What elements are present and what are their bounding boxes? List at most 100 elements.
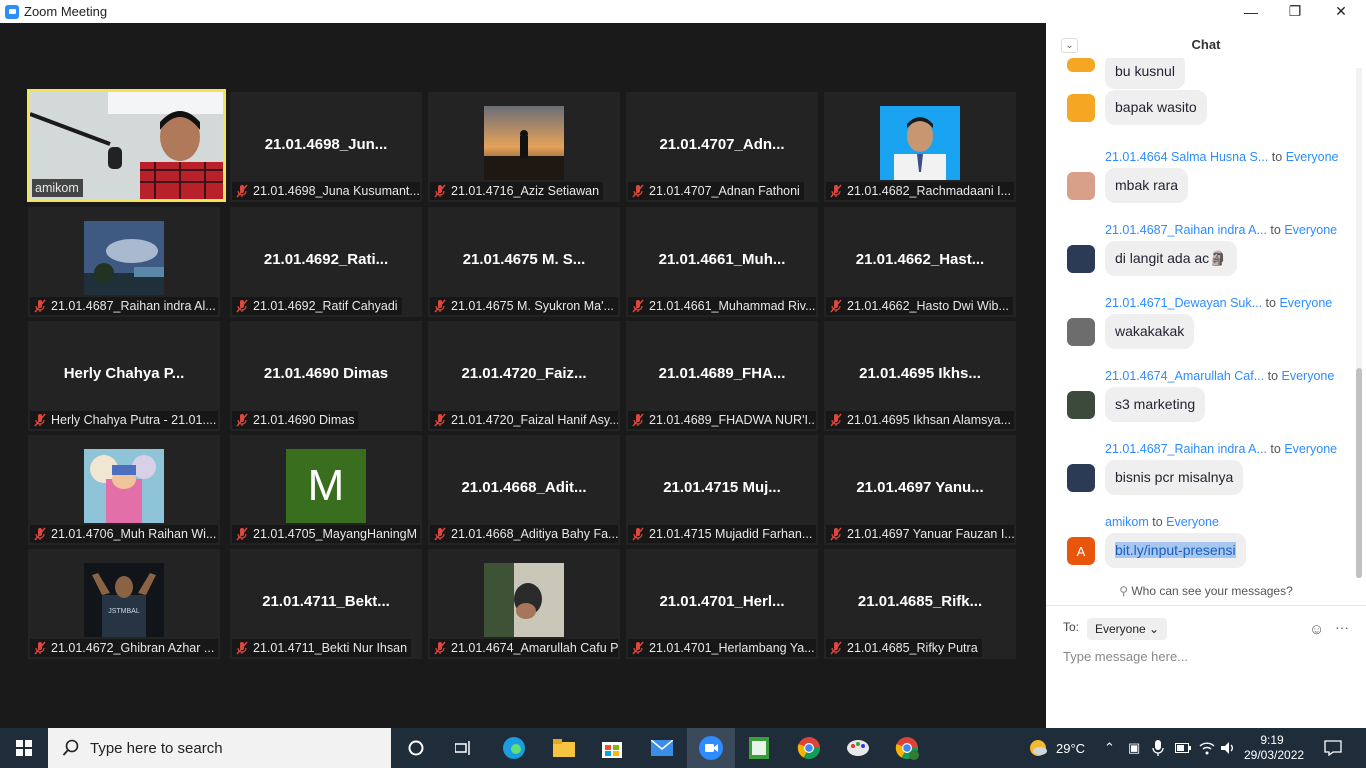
participant-name: 21.01.4716_Aziz Setiawan <box>451 184 600 198</box>
participant-tile[interactable]: 21.01.4687_Raihan indra Al... <box>28 207 220 317</box>
participant-name-label: 21.01.4675 M. Syukron Ma'... <box>430 297 618 315</box>
windows-taskbar: Type here to search 29°C ⌃ ▣ 9:19 29/03/… <box>0 728 1366 768</box>
emoji-icon[interactable]: ☺ <box>1309 621 1324 638</box>
participant-name: 21.01.4695 Ikhsan Alamsya... <box>847 413 1011 427</box>
participant-tile[interactable]: 21.01.4675 M. S... 21.01.4675 M. Syukron … <box>428 207 620 317</box>
start-button[interactable] <box>0 728 48 768</box>
participant-name: 21.01.4692_Ratif Cahyadi <box>253 299 398 313</box>
participant-tile[interactable]: 21.01.4697 Yanu... 21.01.4697 Yanuar Fauz… <box>824 435 1016 545</box>
chat-panel: ⌄ Chat bu kusnul bapak wasito 21.01.4664 S… <box>1046 23 1366 728</box>
recipient-select[interactable]: Everyone ⌄ <box>1087 618 1168 640</box>
chat-messages[interactable]: bu kusnul bapak wasito 21.01.4664 Salma Hu… <box>1046 58 1366 583</box>
chevron-up-icon: ⌃ <box>1104 740 1115 755</box>
mic-muted-icon <box>631 641 645 655</box>
maximize-button[interactable]: ❐ <box>1272 0 1318 23</box>
participant-tile[interactable]: 21.01.4668_Adit... 21.01.4668_Aditiya Bah… <box>428 435 620 545</box>
participant-tile[interactable]: 21.01.4716_Aziz Setiawan <box>428 92 620 202</box>
participant-name-label: 21.01.4690 Dimas <box>232 411 359 429</box>
participant-tile[interactable]: amikom <box>27 89 226 202</box>
svg-text:JSTMBAL: JSTMBAL <box>108 608 140 615</box>
participant-tile[interactable]: 21.01.4689_FHA... 21.01.4689_FHADWA NUR'I… <box>626 321 818 431</box>
show-hidden-icons[interactable]: ⌃ <box>1104 728 1115 768</box>
taskbar-clock[interactable]: 9:19 29/03/2022 <box>1244 733 1305 763</box>
edge-icon[interactable] <box>490 728 538 768</box>
participant-tile[interactable]: JSTMBAL 21.01.4672_Ghibran Azhar ... <box>28 549 220 659</box>
participant-name-label: 21.01.4695 Ikhsan Alamsya... <box>826 411 1014 429</box>
participant-name-label: 21.01.4689_FHADWA NUR'I... <box>628 411 816 429</box>
profile-photo: JSTMBAL <box>84 563 164 637</box>
chrome-profile-icon[interactable] <box>883 728 931 768</box>
participant-name-label: 21.01.4682_Rachmadaani I... <box>826 182 1014 200</box>
participant-name: 21.01.4668_Aditiya Bahy Fa... <box>451 527 618 541</box>
task-view-icon[interactable] <box>440 728 488 768</box>
avatar: A <box>1067 537 1095 565</box>
participant-name-large: 21.01.4662_Hast... <box>855 251 985 268</box>
participant-tile[interactable]: Herly Chahya P... Herly Chahya Putra - 21… <box>28 321 220 431</box>
participant-tile[interactable]: 21.01.4698_Jun... 21.01.4698_Juna Kusuman… <box>230 92 422 202</box>
participant-tile[interactable]: 21.01.4685_Rifk... 21.01.4685_Rifky Putra <box>824 549 1016 659</box>
participant-name-label: 21.01.4692_Ratif Cahyadi <box>232 297 402 315</box>
participant-tile[interactable]: 21.01.4690 Dimas 21.01.4690 Dimas <box>230 321 422 431</box>
participant-name-large: 21.01.4668_Adit... <box>461 479 587 496</box>
message-input[interactable]: Type message here... <box>1063 649 1188 664</box>
chat-title: Chat <box>1191 37 1221 52</box>
participant-tile[interactable]: 21.01.4661_Muh... 21.01.4661_Muhammad Riv… <box>626 207 818 317</box>
participant-name-label: amikom <box>32 179 83 197</box>
participant-name-large: 21.01.4689_FHA... <box>658 365 786 382</box>
mic-muted-icon <box>829 413 843 427</box>
who-can-see-link[interactable]: ⚲ Who can see your messages? <box>1046 584 1366 606</box>
participant-tile[interactable]: 21.01.4715 Muj... 21.01.4715 Mujadid Farh… <box>626 435 818 545</box>
battery-icon[interactable] <box>1175 728 1191 768</box>
cortana-icon[interactable] <box>392 728 440 768</box>
file-explorer-icon[interactable] <box>540 728 588 768</box>
participant-name-label: 21.01.4711_Bekti Nur Ihsan <box>232 639 412 657</box>
participant-tile[interactable]: 21.01.4701_Herl... 21.01.4701_Herlambang … <box>626 549 818 659</box>
participant-tile[interactable]: 21.01.4682_Rachmadaani I... <box>824 92 1016 202</box>
clock-date: 29/03/2022 <box>1244 748 1305 762</box>
zoom-taskbar-icon[interactable] <box>687 728 735 768</box>
participant-name: 21.01.4690 Dimas <box>253 413 355 427</box>
participant-name-label: Herly Chahya Putra - 21.01.... <box>30 411 218 429</box>
mail-icon[interactable] <box>638 728 686 768</box>
close-button[interactable]: ✕ <box>1318 0 1364 23</box>
participant-tile[interactable]: 21.01.4707_Adn... 21.01.4707_Adnan Fathon… <box>626 92 818 202</box>
who-can-see-text: Who can see your messages? <box>1131 584 1293 598</box>
participant-name-label: 21.01.4707_Adnan Fathoni <box>628 182 804 200</box>
wifi-icon[interactable] <box>1199 728 1215 768</box>
profile-photo <box>880 106 960 180</box>
chat-scrollbar[interactable] <box>1356 68 1362 578</box>
participant-tile[interactable]: 21.01.4662_Hast... 21.01.4662_Hasto Dwi W… <box>824 207 1016 317</box>
paint-icon[interactable] <box>834 728 882 768</box>
notifications-icon[interactable] <box>1324 728 1342 768</box>
participant-name: 21.01.4661_Muhammad Riv... <box>649 299 816 313</box>
chat-message-text[interactable]: bit.ly/input-presensi <box>1105 533 1246 568</box>
participant-tile[interactable]: 21.01.4706_Muh Raihan Wi... <box>28 435 220 545</box>
participant-name: 21.01.4697 Yanuar Fauzan I... <box>847 527 1014 541</box>
store-icon[interactable] <box>588 728 636 768</box>
participant-name-label: 21.01.4674_Amarullah Cafu P <box>430 639 618 657</box>
weather-widget[interactable]: 29°C <box>1028 728 1085 768</box>
spreadsheet-icon[interactable] <box>735 728 783 768</box>
minimize-button[interactable]: — <box>1228 0 1274 23</box>
avatar: M <box>286 449 366 523</box>
participant-tile[interactable]: 21.01.4674_Amarullah Cafu P <box>428 549 620 659</box>
participant-tile[interactable]: 21.01.4720_Faiz... 21.01.4720_Faizal Hani… <box>428 321 620 431</box>
volume-icon[interactable] <box>1221 728 1237 768</box>
more-options-icon[interactable]: ··· <box>1335 619 1349 635</box>
participant-tile[interactable]: 21.01.4692_Rati... 21.01.4692_Ratif Cahya… <box>230 207 422 317</box>
scrollbar-thumb[interactable] <box>1356 368 1362 578</box>
meet-now-icon[interactable]: ▣ <box>1128 728 1140 768</box>
participant-name-label: 21.01.4672_Ghibran Azhar ... <box>30 639 218 657</box>
taskbar-search[interactable]: Type here to search <box>48 728 391 768</box>
participant-name-label: 21.01.4706_Muh Raihan Wi... <box>30 525 218 543</box>
participant-name-large: 21.01.4711_Bekt... <box>262 593 390 610</box>
mic-muted-icon <box>433 184 447 198</box>
mic-muted-icon <box>33 413 47 427</box>
participant-tile[interactable]: 21.01.4711_Bekt... 21.01.4711_Bekti Nur I… <box>230 549 422 659</box>
participant-name-large: 21.01.4707_Adn... <box>659 136 785 153</box>
chrome-icon[interactable] <box>785 728 833 768</box>
microphone-icon[interactable] <box>1152 728 1164 768</box>
participant-tile[interactable]: M 21.01.4705_MayangHaningM <box>230 435 422 545</box>
participant-tile[interactable]: 21.01.4695 Ikhs... 21.01.4695 Ikhsan Alam… <box>824 321 1016 431</box>
participant-name-large: 21.01.4701_Herl... <box>659 593 785 610</box>
